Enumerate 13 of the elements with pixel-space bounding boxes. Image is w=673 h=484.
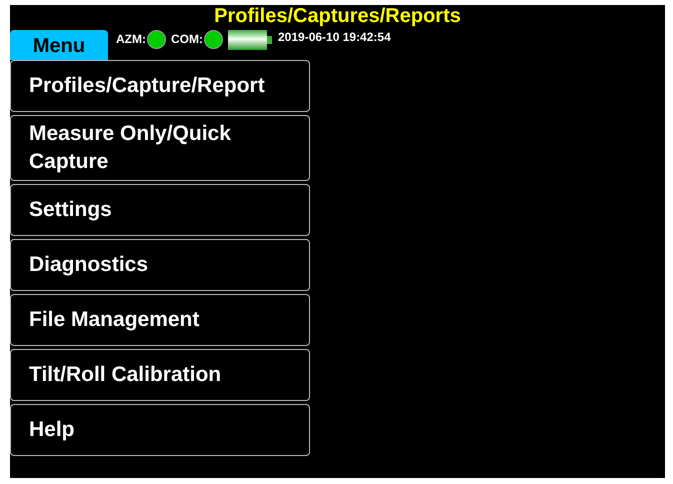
menu-button[interactable]: Menu: [10, 30, 108, 60]
menu-item[interactable]: File Management: [10, 294, 310, 346]
menu-item[interactable]: Measure Only/Quick Capture: [10, 115, 310, 181]
battery-icon: [228, 30, 272, 50]
indicator-label: COM:: [171, 32, 203, 46]
indicator-label: AZM:: [116, 32, 146, 46]
menu-item[interactable]: Tilt/Roll Calibration: [10, 349, 310, 401]
screen-title: Profiles/Captures/Reports: [213, 5, 462, 27]
menu-item[interactable]: Profiles/Capture/Report: [10, 60, 310, 112]
menu-item[interactable]: Diagnostics: [10, 239, 310, 291]
menu-item[interactable]: Settings: [10, 184, 310, 236]
date-time: 2019-06-10 19:42:54: [278, 30, 391, 44]
menu-item[interactable]: Help: [10, 404, 310, 456]
